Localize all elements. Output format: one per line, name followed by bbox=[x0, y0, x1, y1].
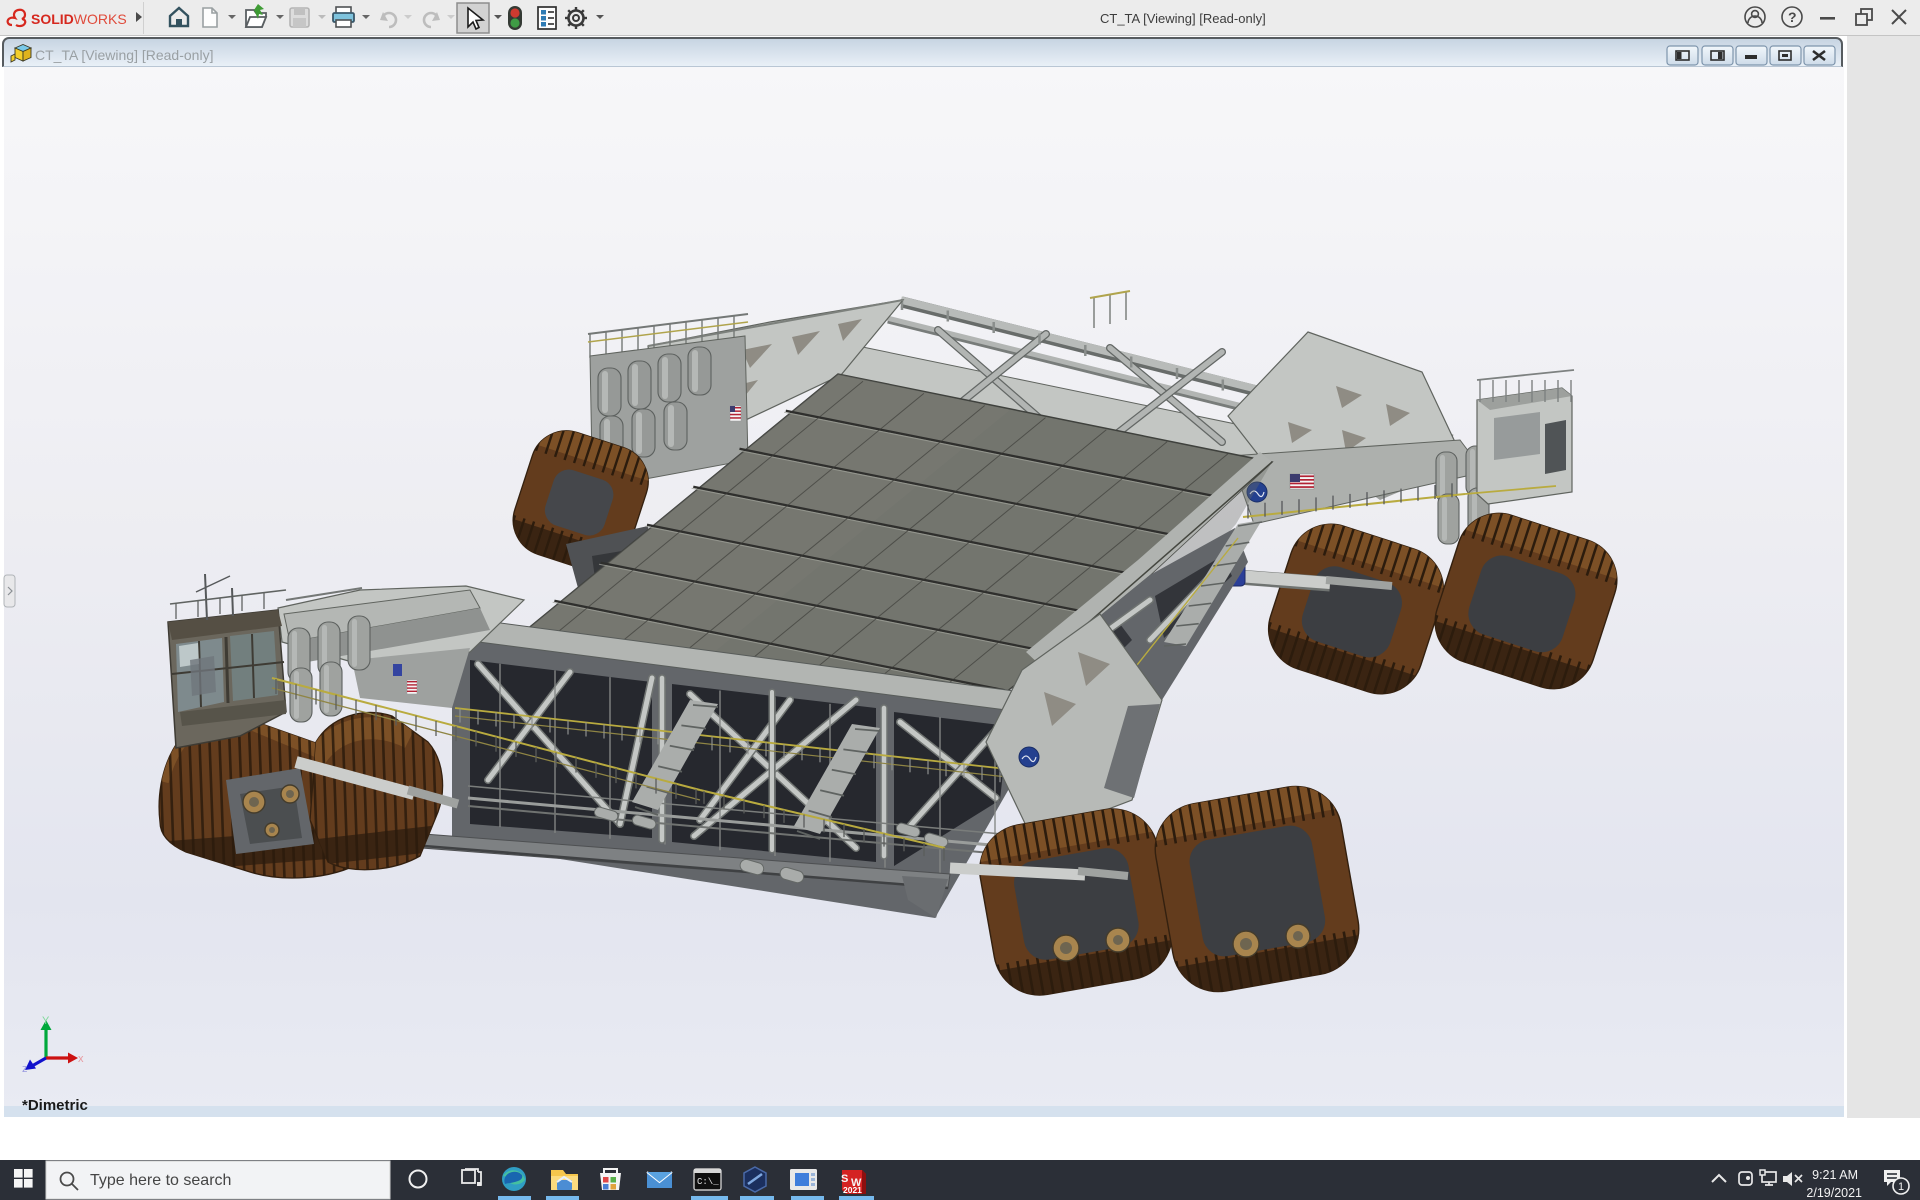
svg-text:2/19/2021: 2/19/2021 bbox=[1806, 1186, 1862, 1200]
svg-text:C:\_: C:\_ bbox=[697, 1177, 719, 1187]
svg-text:CT_TA [Viewing] [Read-only]: CT_TA [Viewing] [Read-only] bbox=[35, 47, 213, 63]
svg-text:?: ? bbox=[1788, 9, 1797, 25]
svg-text:z: z bbox=[22, 1063, 28, 1075]
svg-text:*Dimetric: *Dimetric bbox=[22, 1097, 88, 1114]
svg-text:2021: 2021 bbox=[843, 1185, 862, 1195]
svg-text:CT_TA [Viewing] [Read-only]: CT_TA [Viewing] [Read-only] bbox=[1100, 11, 1266, 26]
svg-text:9:21 AM: 9:21 AM bbox=[1812, 1168, 1858, 1182]
svg-text:1: 1 bbox=[1898, 1181, 1904, 1193]
svg-text:S: S bbox=[841, 1173, 848, 1185]
svg-text:x: x bbox=[78, 1053, 84, 1065]
svg-text:Type here to search: Type here to search bbox=[90, 1172, 231, 1189]
svg-text:Y: Y bbox=[42, 1015, 50, 1027]
